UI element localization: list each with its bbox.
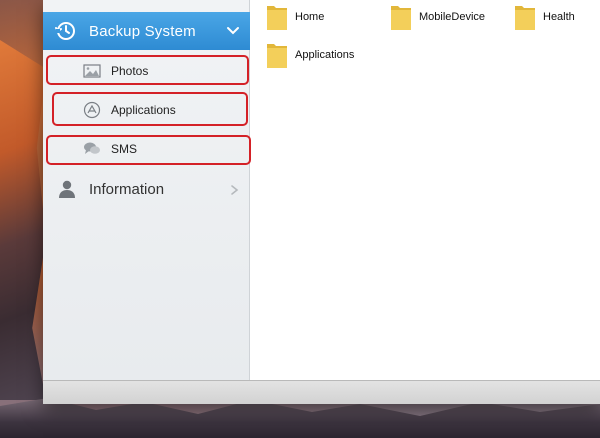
sidebar-section-backup-system[interactable]: Backup System: [43, 12, 250, 50]
folder-item-applications[interactable]: Applications: [265, 40, 354, 70]
folder-item-home[interactable]: Home: [265, 2, 324, 32]
sidebar-section-information[interactable]: Information: [43, 172, 250, 206]
folder-icon: [391, 6, 411, 30]
sidebar-section-label: Backup System: [89, 22, 196, 40]
file-browser: Home MobileDevice Health Applications: [251, 0, 600, 380]
highlight-box-photos: [46, 55, 249, 85]
highlight-box-sms: [46, 135, 251, 165]
folder-icon: [515, 6, 535, 30]
history-clock-icon: [55, 20, 77, 42]
status-bar: [43, 380, 600, 404]
highlight-box-applications: [52, 92, 248, 126]
folder-icon: [267, 6, 287, 30]
folder-name: Health: [543, 11, 575, 23]
folder-name: Home: [295, 11, 325, 23]
sidebar: Backup System Photos Applications SMS In…: [43, 0, 251, 380]
app-window: Backup System Photos Applications SMS In…: [43, 0, 600, 404]
chevron-down-icon[interactable]: [226, 24, 240, 38]
folder-name: Applications: [295, 49, 355, 61]
sidebar-section-label: Information: [89, 181, 165, 198]
folder-item-mobiledevice[interactable]: MobileDevice: [389, 2, 485, 32]
chevron-right-icon[interactable]: [228, 183, 240, 195]
person-icon: [57, 179, 77, 199]
wallpaper-mountain-ridge: [0, 40, 46, 400]
wallpaper-rocks: [0, 398, 600, 438]
folder-name: MobileDevice: [419, 11, 486, 23]
folder-item-health[interactable]: Health: [513, 2, 575, 32]
folder-icon: [267, 44, 287, 68]
